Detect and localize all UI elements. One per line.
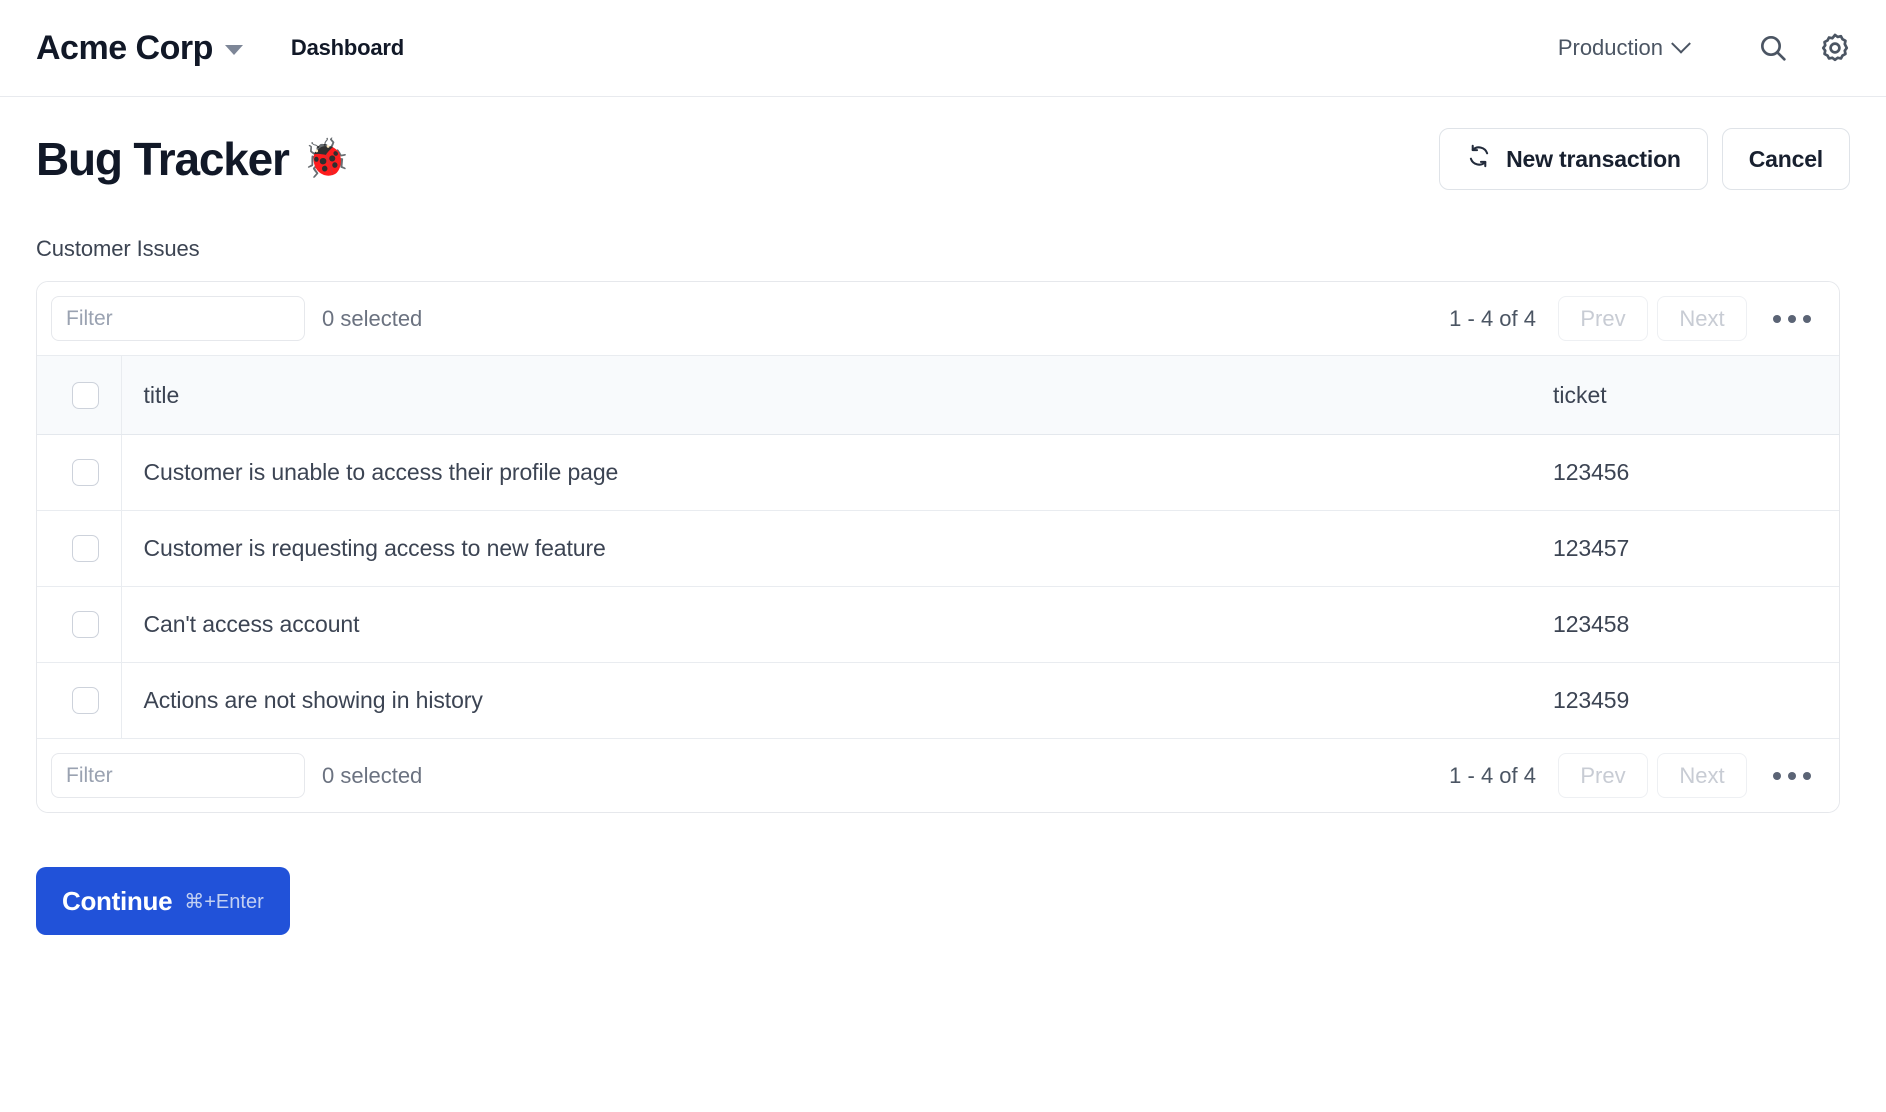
table-toolbar-top: 0 selected 1 - 4 of 4 Prev Next bbox=[37, 282, 1839, 355]
issues-table-card: 0 selected 1 - 4 of 4 Prev Next title ti… bbox=[36, 281, 1840, 813]
table-row[interactable]: Can't access account 123458 bbox=[37, 586, 1839, 663]
cell-ticket: 123458 bbox=[1529, 586, 1839, 663]
select-all-checkbox[interactable] bbox=[72, 381, 99, 409]
select-all-header bbox=[37, 355, 121, 435]
footer-actions: Continue ⌘+Enter bbox=[36, 813, 1850, 935]
chevron-down-icon bbox=[1671, 33, 1691, 54]
prev-page-button-bottom[interactable]: Prev bbox=[1558, 753, 1648, 798]
new-transaction-button[interactable]: New transaction bbox=[1439, 128, 1708, 190]
selected-count-bottom: 0 selected bbox=[322, 762, 423, 788]
environment-selector[interactable]: Production bbox=[1557, 33, 1691, 61]
cell-title: Customer is requesting access to new fea… bbox=[120, 510, 1529, 587]
page-body: Bug Tracker 🐞 New transaction Cancel Cus… bbox=[0, 97, 1886, 935]
cell-title: Can't access account bbox=[120, 586, 1529, 663]
continue-button[interactable]: Continue ⌘+Enter bbox=[36, 867, 290, 935]
next-page-button-bottom[interactable]: Next bbox=[1657, 753, 1747, 798]
next-page-button-top[interactable]: Next bbox=[1657, 296, 1747, 341]
filter-input-top[interactable] bbox=[51, 296, 305, 341]
table-row[interactable]: Customer is unable to access their profi… bbox=[37, 434, 1839, 511]
table-row[interactable]: Customer is requesting access to new fea… bbox=[37, 510, 1839, 587]
app-header: Acme Corp Dashboard Production bbox=[0, 0, 1886, 97]
row-select-cell bbox=[37, 586, 121, 663]
table-toolbar-bottom: 0 selected 1 - 4 of 4 Prev Next bbox=[37, 739, 1839, 812]
cell-ticket: 123457 bbox=[1529, 510, 1839, 587]
row-checkbox[interactable] bbox=[72, 535, 99, 562]
row-select-cell bbox=[37, 434, 121, 511]
search-button[interactable] bbox=[1750, 25, 1796, 71]
settings-button[interactable] bbox=[1812, 25, 1858, 71]
row-checkbox[interactable] bbox=[72, 611, 99, 638]
column-header-ticket[interactable]: ticket bbox=[1529, 355, 1839, 435]
brand-name: Acme Corp bbox=[36, 29, 213, 67]
issues-table: title ticket Customer is unable to acces… bbox=[37, 355, 1839, 739]
ellipsis-icon-top[interactable] bbox=[1769, 305, 1815, 333]
cancel-button[interactable]: Cancel bbox=[1721, 128, 1850, 190]
page-title-text: Bug Tracker bbox=[36, 132, 290, 185]
row-select-cell bbox=[37, 510, 121, 587]
new-transaction-label: New transaction bbox=[1506, 145, 1681, 172]
pagination-range-top: 1 - 4 of 4 bbox=[1449, 305, 1536, 331]
brand-switcher[interactable]: Acme Corp bbox=[36, 31, 243, 65]
section-label: Customer Issues bbox=[36, 236, 200, 261]
row-checkbox[interactable] bbox=[72, 687, 99, 714]
cell-ticket: 123456 bbox=[1529, 434, 1839, 511]
page-actions: New transaction Cancel bbox=[1439, 128, 1850, 190]
search-icon bbox=[1757, 32, 1789, 64]
cell-title: Customer is unable to access their profi… bbox=[120, 434, 1529, 511]
ladybug-icon: 🐞 bbox=[302, 138, 350, 180]
page-title-row: Bug Tracker 🐞 New transaction Cancel bbox=[36, 97, 1850, 190]
ellipsis-icon-bottom[interactable] bbox=[1769, 762, 1815, 790]
table-row[interactable]: Actions are not showing in history 12345… bbox=[37, 662, 1839, 739]
selected-count-top: 0 selected bbox=[322, 305, 423, 331]
cell-title: Actions are not showing in history bbox=[120, 662, 1529, 739]
gear-icon bbox=[1818, 31, 1852, 65]
row-checkbox[interactable] bbox=[72, 459, 99, 486]
nav-item-dashboard[interactable]: Dashboard bbox=[291, 35, 404, 61]
caret-down-icon[interactable] bbox=[224, 45, 243, 55]
page-title: Bug Tracker 🐞 bbox=[36, 132, 350, 185]
pagination-range-bottom: 1 - 4 of 4 bbox=[1449, 762, 1536, 788]
continue-shortcut: ⌘+Enter bbox=[184, 890, 264, 913]
table-body: Customer is unable to access their profi… bbox=[37, 434, 1839, 739]
refresh-icon bbox=[1466, 143, 1492, 175]
environment-label: Production bbox=[1557, 35, 1663, 60]
table-header-row: title ticket bbox=[37, 355, 1839, 435]
continue-label: Continue bbox=[62, 885, 173, 916]
table-head: title ticket bbox=[37, 355, 1839, 435]
filter-input-bottom[interactable] bbox=[51, 753, 305, 798]
cell-ticket: 123459 bbox=[1529, 662, 1839, 739]
prev-page-button-top[interactable]: Prev bbox=[1558, 296, 1648, 341]
column-header-title[interactable]: title bbox=[120, 355, 1529, 435]
row-select-cell bbox=[37, 662, 121, 739]
